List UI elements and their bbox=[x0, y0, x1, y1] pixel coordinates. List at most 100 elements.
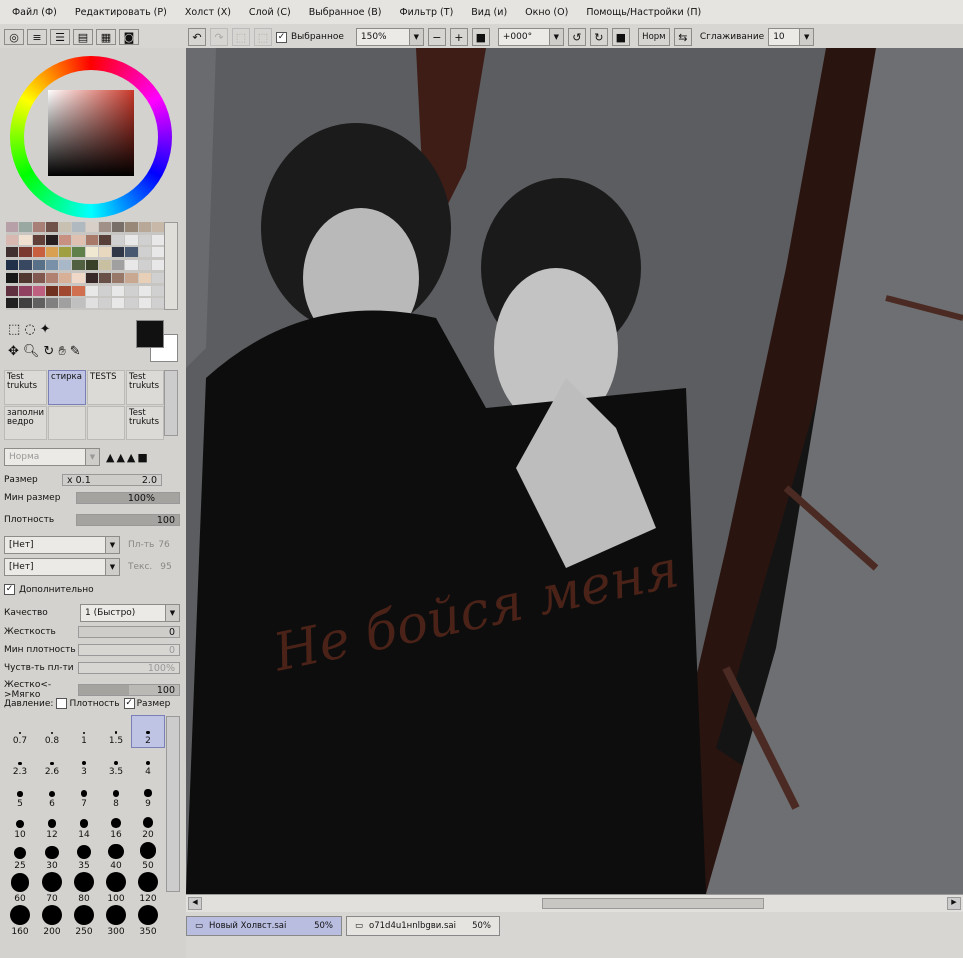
rect-select-icon[interactable]: ⬚ bbox=[8, 322, 20, 337]
palette-swatch[interactable] bbox=[32, 298, 45, 309]
brush-size-cell[interactable]: 60 bbox=[4, 872, 36, 905]
rotate-right-icon[interactable]: ↻ bbox=[589, 28, 608, 46]
palette-swatch[interactable] bbox=[112, 247, 125, 258]
brush-slot-7[interactable]: Test trukuts bbox=[126, 405, 164, 440]
palette-swatch[interactable] bbox=[59, 298, 72, 309]
rotate-icon[interactable]: ↻ bbox=[43, 344, 54, 359]
palette-swatch[interactable] bbox=[138, 234, 151, 245]
palette-swatch[interactable] bbox=[112, 285, 125, 296]
smoothing-select[interactable]: 10 ▼ bbox=[768, 28, 815, 46]
zoom-out-icon[interactable]: − bbox=[427, 28, 446, 46]
palette-swatch[interactable] bbox=[32, 222, 45, 232]
zoom-in-icon[interactable]: + bbox=[449, 28, 468, 46]
palette-swatch[interactable] bbox=[45, 285, 58, 296]
menu-item-1[interactable]: Редактировать (Р) bbox=[75, 7, 167, 18]
brush-size-cell[interactable]: 160 bbox=[4, 905, 36, 938]
brush-slot-6[interactable] bbox=[87, 405, 125, 440]
palette-swatch[interactable] bbox=[112, 272, 125, 283]
palette-swatch[interactable] bbox=[6, 247, 19, 258]
palette-swatch[interactable] bbox=[32, 285, 45, 296]
palette-swatch[interactable] bbox=[138, 298, 151, 309]
brush-slot-4[interactable]: заполни ведро bbox=[4, 405, 48, 440]
palette-swatch[interactable] bbox=[45, 298, 58, 309]
eyedropper-icon[interactable]: ✎ bbox=[70, 344, 81, 359]
brush-size-cell[interactable]: 200 bbox=[36, 905, 68, 938]
palette-swatch[interactable] bbox=[59, 260, 72, 271]
palette-swatch[interactable] bbox=[98, 272, 111, 283]
brush-size-cell[interactable]: 4 bbox=[132, 747, 164, 778]
menu-item-3[interactable]: Слой (С) bbox=[249, 7, 291, 18]
brush-size-cell[interactable]: 5 bbox=[4, 778, 36, 809]
menu-item-8[interactable]: Помощь/Настройки (П) bbox=[586, 7, 701, 18]
palette-swatch[interactable] bbox=[45, 247, 58, 258]
palette-swatch[interactable] bbox=[72, 260, 85, 271]
texture-select-1[interactable]: [Нет] ▼ bbox=[4, 536, 120, 554]
canvas-horizontal-scrollbar[interactable]: ◀ ▶ bbox=[186, 894, 963, 912]
brush-size-cell[interactable]: 2.6 bbox=[36, 747, 68, 778]
brush-size-cell[interactable]: 300 bbox=[100, 905, 132, 938]
palette-swatch[interactable] bbox=[112, 298, 125, 309]
color-palette[interactable] bbox=[6, 222, 164, 310]
brush-shape-icons[interactable]: ▲▲▲■ bbox=[106, 451, 150, 464]
brush-size-cell[interactable]: 16 bbox=[100, 810, 132, 841]
brush-slot-3[interactable]: Test trukuts bbox=[126, 370, 164, 405]
palette-swatch[interactable] bbox=[151, 298, 164, 309]
menu-item-2[interactable]: Холст (Х) bbox=[185, 7, 231, 18]
palette-swatch[interactable] bbox=[138, 222, 151, 232]
brush-size-cell[interactable]: 3.5 bbox=[100, 747, 132, 778]
brush-size-cell[interactable]: 120 bbox=[132, 872, 164, 905]
palette-swatch[interactable] bbox=[85, 285, 98, 296]
extra-checkbox[interactable]: ✓ bbox=[4, 584, 15, 595]
brush-size-cell[interactable]: 40 bbox=[100, 841, 132, 872]
palette-swatch[interactable] bbox=[98, 247, 111, 258]
palette-swatch[interactable] bbox=[85, 247, 98, 258]
min-density-slider[interactable]: 0 bbox=[78, 644, 180, 656]
palette-swatch[interactable] bbox=[138, 272, 151, 283]
sensitivity-slider[interactable]: 100% bbox=[78, 662, 180, 674]
angle-select[interactable]: +000° ▼ bbox=[497, 28, 564, 46]
palette-swatch[interactable] bbox=[6, 260, 19, 271]
palette-swatch[interactable] bbox=[72, 247, 85, 258]
size-slider[interactable]: x 0.1 2.0 bbox=[62, 474, 162, 486]
palette-swatch[interactable] bbox=[32, 260, 45, 271]
brush-size-cell[interactable]: 350 bbox=[132, 905, 164, 938]
foreground-color-swatch[interactable] bbox=[136, 320, 164, 348]
palette-swatch[interactable] bbox=[98, 222, 111, 232]
brush-size-cell[interactable]: 8 bbox=[100, 778, 132, 809]
brush-size-cell[interactable]: 6 bbox=[36, 778, 68, 809]
density-slider[interactable]: 100 bbox=[76, 514, 180, 526]
tab-document-1[interactable]: ▭ Новый Холвст.sai 50% bbox=[186, 916, 342, 936]
brush-size-cell[interactable]: 0.7 bbox=[4, 716, 36, 747]
palette-swatch[interactable] bbox=[6, 298, 19, 309]
rgb-slider-tab-icon[interactable]: ≡ bbox=[27, 29, 47, 45]
palette-swatch[interactable] bbox=[45, 272, 58, 283]
scroll-left-icon[interactable]: ◀ bbox=[188, 897, 202, 910]
softness-slider[interactable]: 100 bbox=[78, 684, 180, 696]
palette-swatch[interactable] bbox=[6, 234, 19, 245]
brush-size-cell[interactable]: 30 bbox=[36, 841, 68, 872]
saturation-value-picker[interactable] bbox=[48, 90, 134, 176]
lasso-icon[interactable]: ◌ bbox=[24, 322, 35, 337]
brush-size-cell[interactable]: 80 bbox=[68, 872, 100, 905]
palette-scrollbar[interactable] bbox=[164, 222, 178, 310]
palette-swatch[interactable] bbox=[72, 222, 85, 232]
palette-swatch[interactable] bbox=[72, 285, 85, 296]
palette-swatch[interactable] bbox=[125, 272, 138, 283]
palette-swatch[interactable] bbox=[72, 298, 85, 309]
brush-size-cell[interactable]: 0.8 bbox=[36, 716, 68, 747]
palette-swatch[interactable] bbox=[19, 260, 32, 271]
brush-scrollbar[interactable] bbox=[164, 370, 178, 436]
brush-size-cell[interactable]: 1.5 bbox=[100, 716, 132, 747]
palette-swatch[interactable] bbox=[45, 260, 58, 271]
brush-size-cell[interactable]: 35 bbox=[68, 841, 100, 872]
palette-swatch[interactable] bbox=[45, 222, 58, 232]
palette-swatch[interactable] bbox=[59, 247, 72, 258]
palette-swatch[interactable] bbox=[85, 234, 98, 245]
palette-swatch[interactable] bbox=[138, 285, 151, 296]
color-wheel-tab-icon[interactable]: ◎ bbox=[4, 29, 24, 45]
brush-size-cell[interactable]: 70 bbox=[36, 872, 68, 905]
drawing-canvas[interactable]: Не бойся меня bbox=[186, 48, 963, 894]
palette-swatch[interactable] bbox=[85, 260, 98, 271]
invert-selection-icon[interactable]: ⬚ bbox=[254, 28, 272, 46]
palette-swatch[interactable] bbox=[6, 285, 19, 296]
